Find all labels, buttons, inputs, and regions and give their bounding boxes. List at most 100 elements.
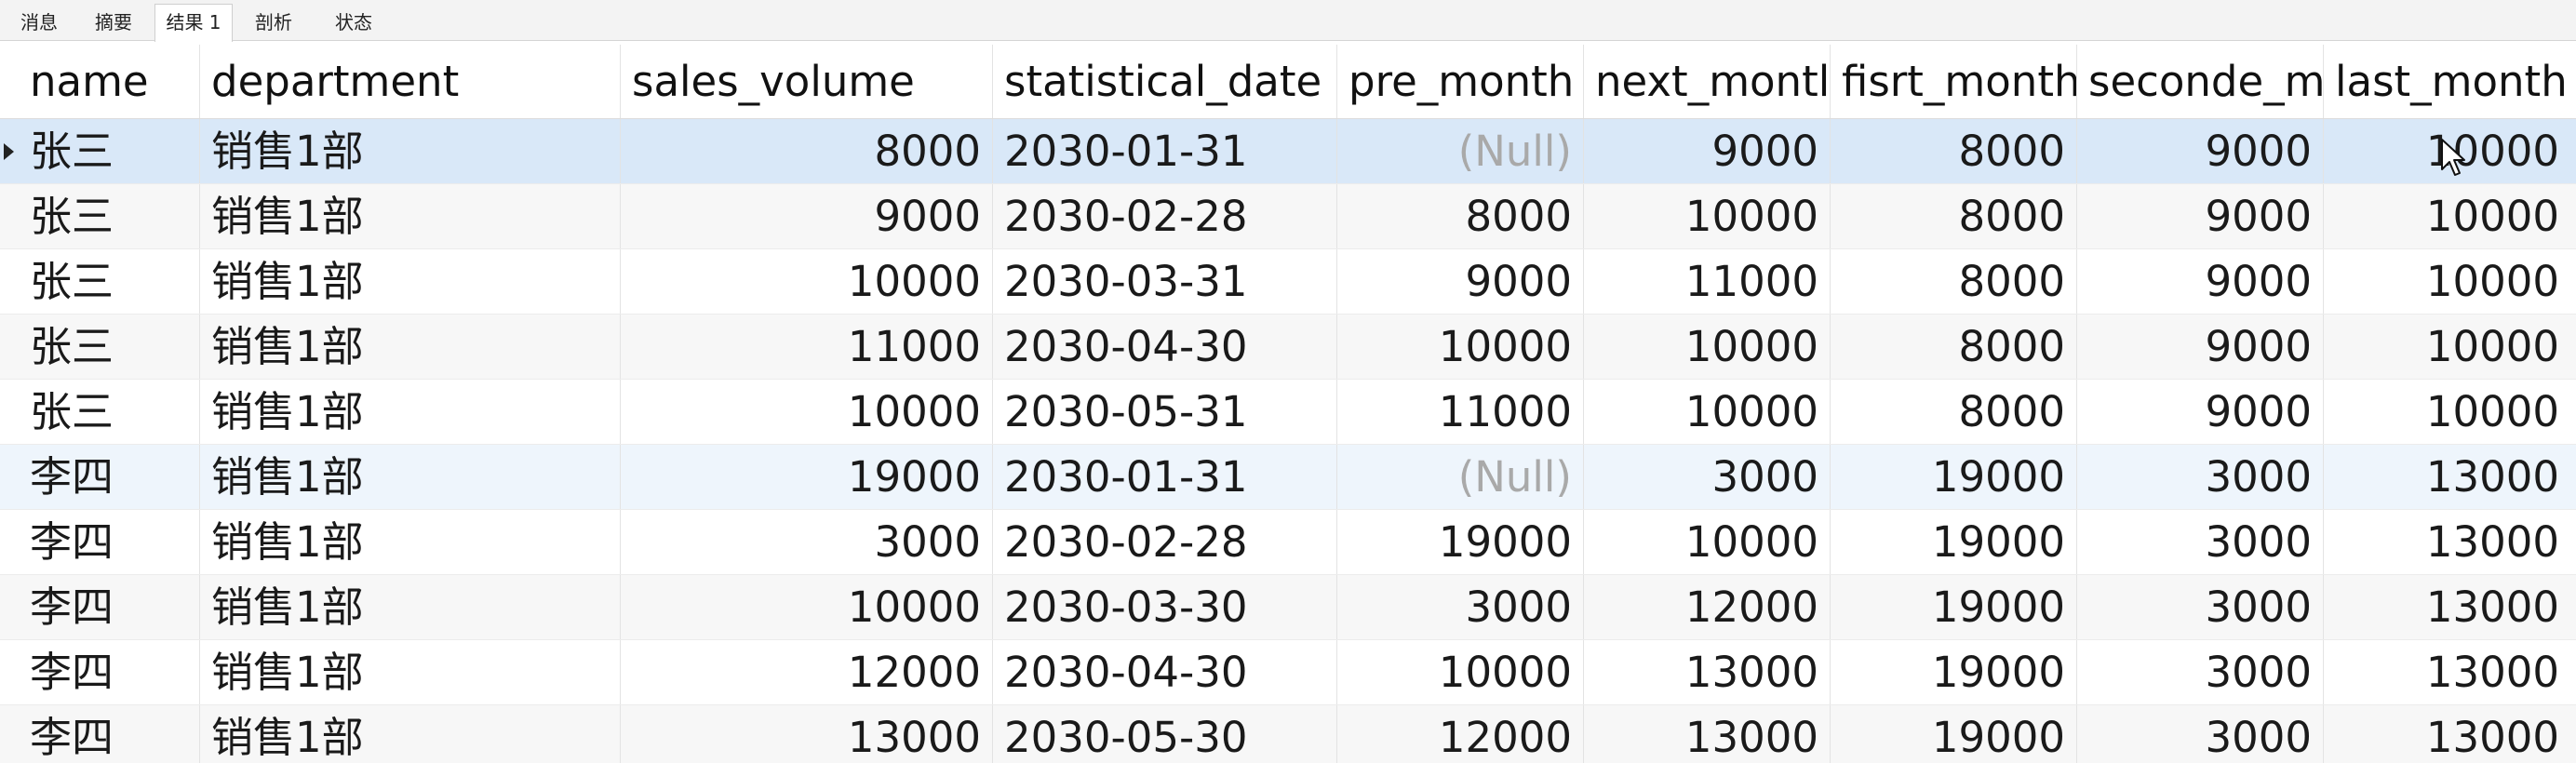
cell-pre-month[interactable]: (Null) <box>1337 119 1584 183</box>
column-header-pre-month[interactable]: pre_month <box>1337 45 1584 118</box>
cell-second-month[interactable]: 9000 <box>2077 184 2324 248</box>
cell-pre-month[interactable]: 10000 <box>1337 315 1584 379</box>
cell-next-month[interactable]: 12000 <box>1584 575 1831 639</box>
table-row[interactable]: 张三 销售1部 11000 2030-04-30 10000 10000 8000 9000 1… <box>0 315 2576 380</box>
cell-department[interactable]: 销售1部 <box>200 119 621 183</box>
cell-next-month[interactable]: 9000 <box>1584 119 1831 183</box>
cell-next-month[interactable]: 13000 <box>1584 640 1831 704</box>
table-row[interactable]: 张三 销售1部 10000 2030-05-31 11000 10000 8000 9000 1… <box>0 380 2576 445</box>
cell-department[interactable]: 销售1部 <box>200 315 621 379</box>
cell-second-month[interactable]: 3000 <box>2077 445 2324 509</box>
cell-last-month[interactable]: 13000 <box>2324 705 2570 763</box>
cell-name[interactable]: 张三 <box>19 119 200 183</box>
cell-sales-volume[interactable]: 8000 <box>621 119 993 183</box>
row-indicator[interactable] <box>0 575 19 639</box>
cell-name[interactable]: 张三 <box>19 315 200 379</box>
cell-second-month[interactable]: 9000 <box>2077 380 2324 444</box>
cell-department[interactable]: 销售1部 <box>200 380 621 444</box>
cell-statistical-date[interactable]: 2030-04-30 <box>993 315 1337 379</box>
cell-pre-month[interactable]: 19000 <box>1337 510 1584 574</box>
table-row[interactable]: 李四 销售1部 12000 2030-04-30 10000 13000 19000 3000… <box>0 640 2576 705</box>
row-indicator[interactable] <box>0 184 19 248</box>
cell-second-month[interactable]: 3000 <box>2077 640 2324 704</box>
cell-pre-month[interactable]: 3000 <box>1337 575 1584 639</box>
cell-statistical-date[interactable]: 2030-01-31 <box>993 445 1337 509</box>
table-row[interactable]: 张三 销售1部 8000 2030-01-31 (Null) 9000 8000 9000 10… <box>0 119 2576 184</box>
cell-first-month[interactable]: 19000 <box>1831 705 2077 763</box>
cell-next-month[interactable]: 11000 <box>1584 249 1831 314</box>
column-header-statistical-date[interactable]: statistical_date <box>993 45 1337 118</box>
cell-next-month[interactable]: 10000 <box>1584 380 1831 444</box>
cell-next-month[interactable]: 13000 <box>1584 705 1831 763</box>
cell-second-month[interactable]: 3000 <box>2077 510 2324 574</box>
column-header-second-month[interactable]: seconde_m <box>2077 45 2324 118</box>
cell-department[interactable]: 销售1部 <box>200 184 621 248</box>
table-row[interactable]: 张三 销售1部 10000 2030-03-31 9000 11000 8000 9000 10… <box>0 249 2576 315</box>
cell-next-month[interactable]: 3000 <box>1584 445 1831 509</box>
cell-statistical-date[interactable]: 2030-02-28 <box>993 510 1337 574</box>
cell-name[interactable]: 张三 <box>19 380 200 444</box>
tab-status[interactable]: 状态 <box>315 4 393 39</box>
column-header-name[interactable]: name <box>19 45 200 118</box>
cell-department[interactable]: 销售1部 <box>200 640 621 704</box>
cell-last-month[interactable]: 13000 <box>2324 640 2570 704</box>
cell-name[interactable]: 李四 <box>19 640 200 704</box>
cell-next-month[interactable]: 10000 <box>1584 184 1831 248</box>
cell-name[interactable]: 张三 <box>19 184 200 248</box>
cell-first-month[interactable]: 19000 <box>1831 510 2077 574</box>
cell-second-month[interactable]: 9000 <box>2077 249 2324 314</box>
column-header-last-month[interactable]: last_month <box>2324 45 2570 118</box>
cell-next-month[interactable]: 10000 <box>1584 315 1831 379</box>
cell-pre-month[interactable]: 8000 <box>1337 184 1584 248</box>
cell-second-month[interactable]: 3000 <box>2077 575 2324 639</box>
cell-pre-month[interactable]: 12000 <box>1337 705 1584 763</box>
tab-result-1[interactable]: 结果 1 <box>154 4 233 42</box>
cell-pre-month[interactable]: 9000 <box>1337 249 1584 314</box>
cell-sales-volume[interactable]: 3000 <box>621 510 993 574</box>
table-row[interactable]: 李四 销售1部 10000 2030-03-30 3000 12000 19000 3000 1… <box>0 575 2576 640</box>
row-indicator[interactable] <box>0 249 19 314</box>
cell-second-month[interactable]: 9000 <box>2077 119 2324 183</box>
cell-pre-month[interactable]: (Null) <box>1337 445 1584 509</box>
table-row[interactable]: 张三 销售1部 9000 2030-02-28 8000 10000 8000 9000 100… <box>0 184 2576 249</box>
cell-sales-volume[interactable]: 11000 <box>621 315 993 379</box>
column-header-department[interactable]: department <box>200 45 621 118</box>
cell-last-month[interactable]: 13000 <box>2324 575 2570 639</box>
cell-statistical-date[interactable]: 2030-03-30 <box>993 575 1337 639</box>
cell-department[interactable]: 销售1部 <box>200 705 621 763</box>
row-indicator[interactable] <box>0 380 19 444</box>
cell-sales-volume[interactable]: 13000 <box>621 705 993 763</box>
tab-summary[interactable]: 摘要 <box>74 4 153 39</box>
cell-second-month[interactable]: 9000 <box>2077 315 2324 379</box>
cell-first-month[interactable]: 19000 <box>1831 575 2077 639</box>
cell-last-month[interactable]: 10000 <box>2324 249 2570 314</box>
row-indicator[interactable] <box>0 445 19 509</box>
result-grid[interactable]: name department sales_volume statistical… <box>0 41 2576 763</box>
tab-messages[interactable]: 消息 <box>6 4 73 39</box>
cell-department[interactable]: 销售1部 <box>200 249 621 314</box>
cell-name[interactable]: 李四 <box>19 510 200 574</box>
cell-statistical-date[interactable]: 2030-01-31 <box>993 119 1337 183</box>
cell-pre-month[interactable]: 11000 <box>1337 380 1584 444</box>
cell-department[interactable]: 销售1部 <box>200 510 621 574</box>
row-indicator[interactable] <box>0 315 19 379</box>
column-header-sales-volume[interactable]: sales_volume <box>621 45 993 118</box>
cell-pre-month[interactable]: 10000 <box>1337 640 1584 704</box>
cell-name[interactable]: 张三 <box>19 249 200 314</box>
cell-first-month[interactable]: 8000 <box>1831 380 2077 444</box>
cell-last-month[interactable]: 10000 <box>2324 315 2570 379</box>
cell-statistical-date[interactable]: 2030-05-31 <box>993 380 1337 444</box>
cell-first-month[interactable]: 8000 <box>1831 315 2077 379</box>
column-header-first-month[interactable]: fisrt_month <box>1831 45 2077 118</box>
cell-name[interactable]: 李四 <box>19 575 200 639</box>
cell-statistical-date[interactable]: 2030-05-30 <box>993 705 1337 763</box>
cell-last-month[interactable]: 10000 <box>2324 380 2570 444</box>
cell-sales-volume[interactable]: 10000 <box>621 249 993 314</box>
cell-first-month[interactable]: 19000 <box>1831 445 2077 509</box>
cell-sales-volume[interactable]: 10000 <box>621 380 993 444</box>
cell-last-month[interactable]: 10000 <box>2324 184 2570 248</box>
cell-sales-volume[interactable]: 12000 <box>621 640 993 704</box>
table-row[interactable]: 李四 销售1部 3000 2030-02-28 19000 10000 19000 3000 1… <box>0 510 2576 575</box>
cell-next-month[interactable]: 10000 <box>1584 510 1831 574</box>
cell-first-month[interactable]: 8000 <box>1831 249 2077 314</box>
